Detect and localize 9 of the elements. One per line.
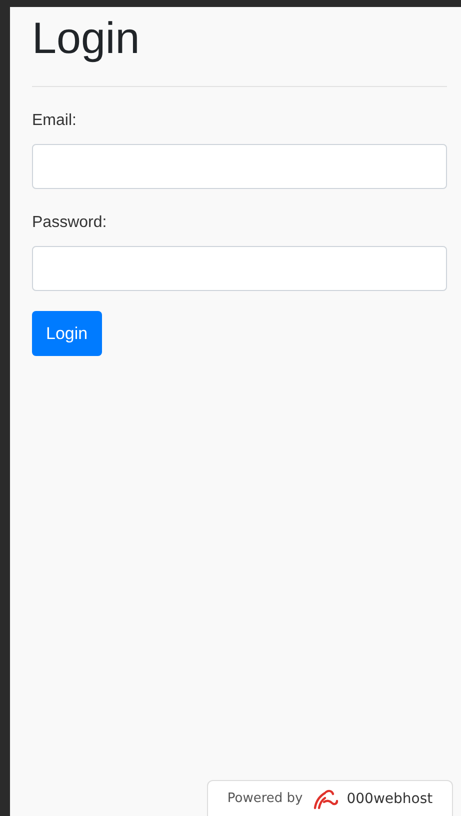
- powered-by-badge[interactable]: Powered by 000webhost: [207, 780, 453, 816]
- input-field[interactable]: [32, 246, 447, 291]
- field-label: Password:: [32, 214, 107, 232]
- login-button[interactable]: Login: [32, 311, 102, 356]
- field-label: Email:: [32, 112, 76, 130]
- brand-name: 000webhost: [346, 790, 433, 806]
- badge-text: Powered by: [227, 791, 303, 806]
- input-field[interactable]: [32, 144, 447, 189]
- page-title: Login: [32, 13, 140, 65]
